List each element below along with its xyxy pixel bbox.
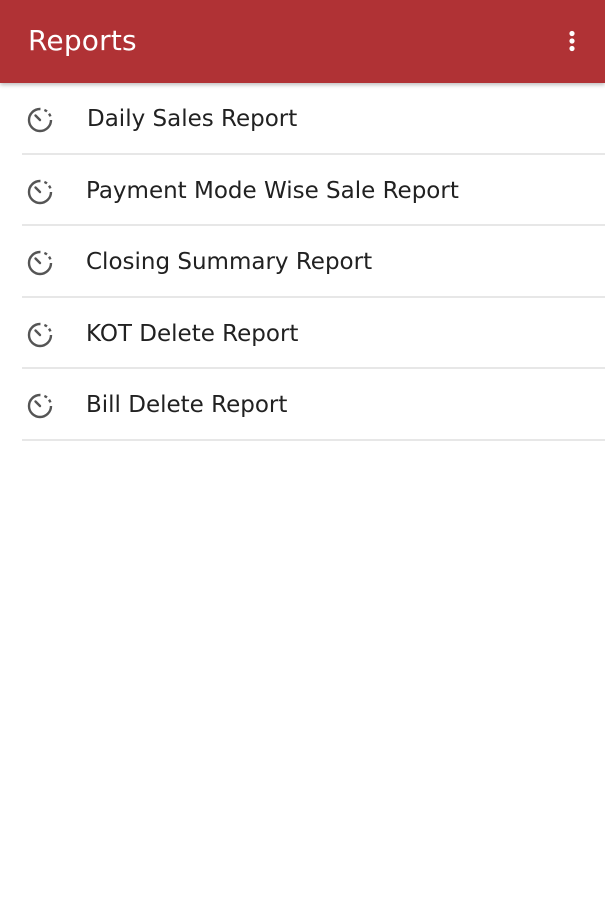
timer-icon <box>27 250 53 276</box>
report-item-kot-delete[interactable]: KOT Delete Report <box>0 298 605 369</box>
report-item-label: Payment Mode Wise Sale Report <box>86 177 459 204</box>
report-item-label: Closing Summary Report <box>86 249 373 275</box>
reports-screen: Reports Daily Sales Report Payment Mode … <box>0 0 605 900</box>
report-item-label: Daily Sales Report <box>87 106 298 132</box>
timer-icon <box>27 179 53 204</box>
timer-icon <box>27 322 53 347</box>
timer-icon <box>27 107 53 133</box>
report-item-closing-summary[interactable]: Closing Summary Report <box>0 226 605 298</box>
report-item-bill-delete[interactable]: Bill Delete Report <box>0 369 605 441</box>
report-item-payment-mode[interactable]: Payment Mode Wise Sale Report <box>0 155 605 226</box>
page-title: Reports <box>28 24 137 57</box>
more-options-button[interactable] <box>556 23 588 59</box>
app-bar: Reports <box>0 0 605 83</box>
more-vert-icon <box>569 30 575 52</box>
divider <box>22 438 605 441</box>
report-list: Daily Sales Report Payment Mode Wise Sal… <box>0 83 605 441</box>
report-item-label: Bill Delete Report <box>86 392 288 418</box>
timer-icon <box>27 393 53 419</box>
report-item-daily-sales[interactable]: Daily Sales Report <box>0 83 605 155</box>
report-item-label: KOT Delete Report <box>86 320 299 347</box>
